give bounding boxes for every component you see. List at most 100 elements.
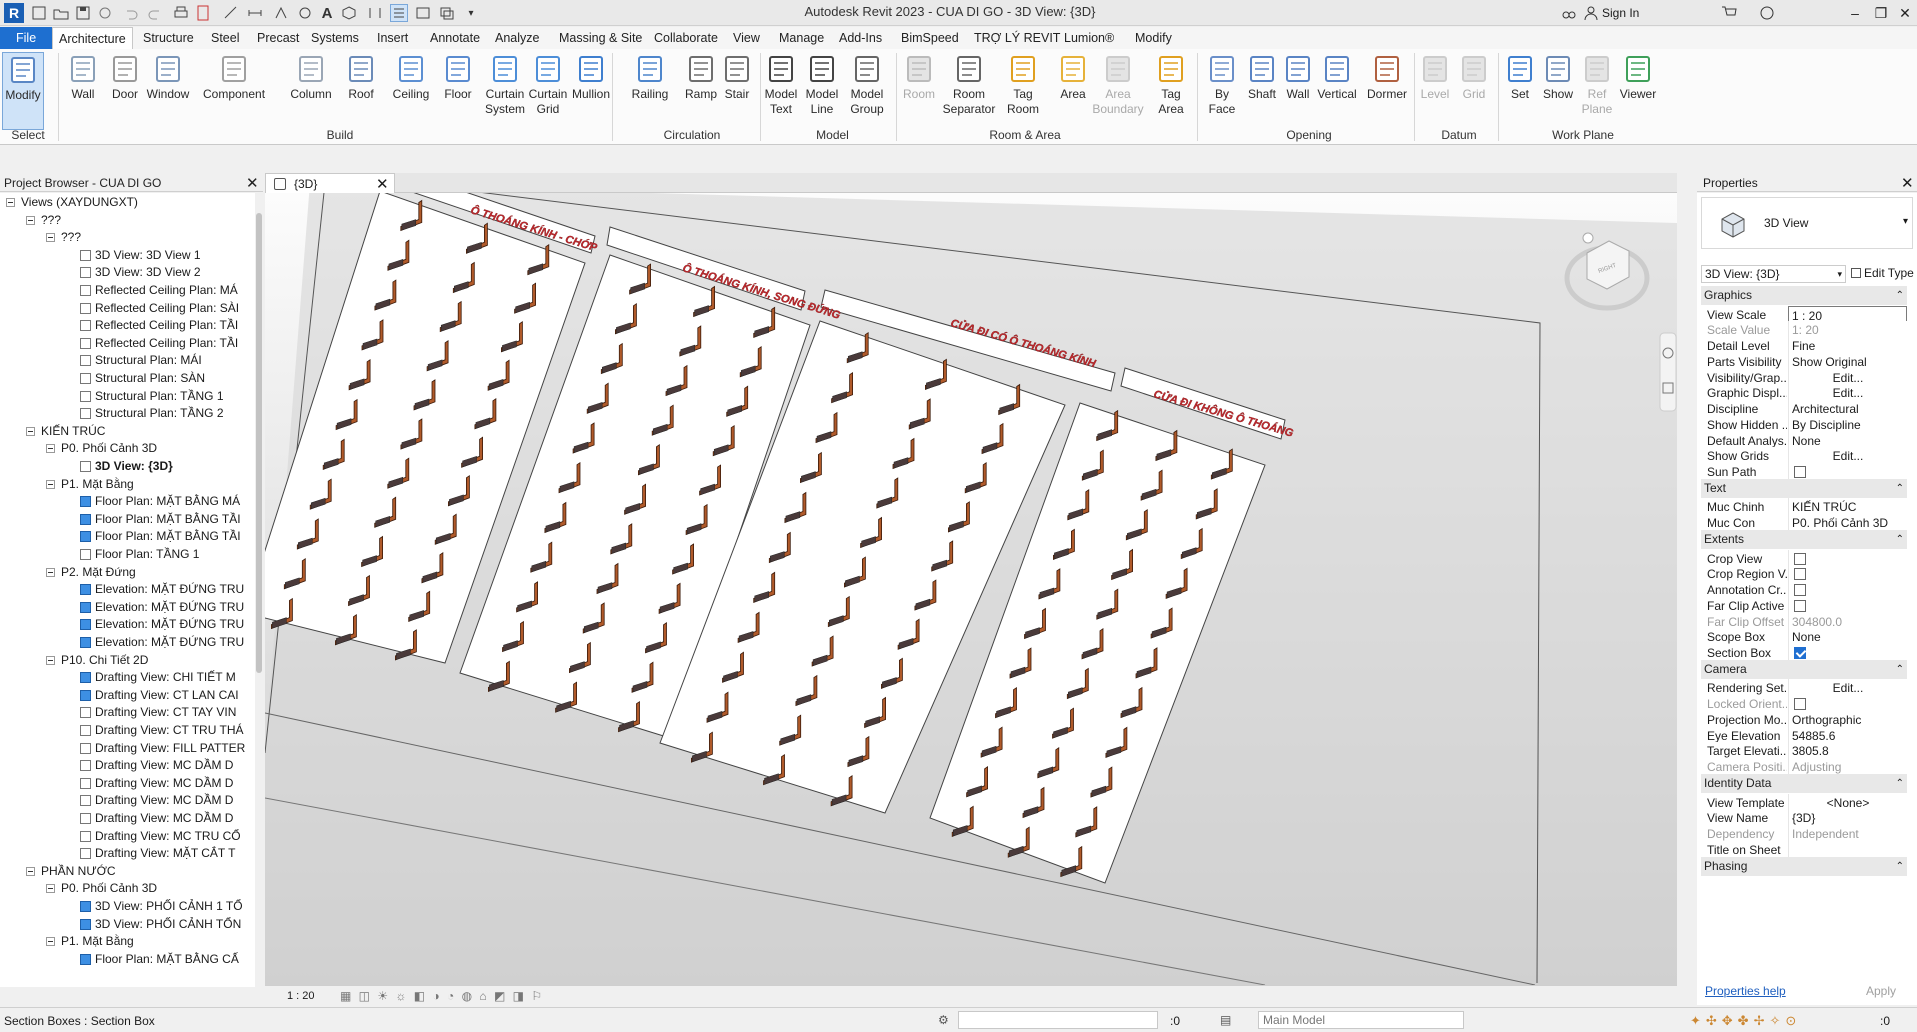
view-item[interactable]: Drafting View: CT TRU THÁ [80,722,255,739]
model-text-button[interactable]: Model Text [763,52,799,130]
property-group-extents[interactable]: Extents ⌃ [1701,529,1907,549]
home-icon[interactable] [1582,232,1594,244]
checkbox[interactable] [1794,568,1806,581]
section-icon[interactable] [366,4,384,22]
tab-lumion[interactable]: Lumion® [1058,27,1120,49]
property-group-camera[interactable]: Camera ⌃ [1701,659,1907,679]
checkbox[interactable] [1794,466,1806,479]
curtain-grid-button[interactable]: Curtain Grid [526,52,570,130]
tab-add-ins[interactable]: Add-Ins [833,27,888,49]
tree-group[interactable]: P0. Phối Cảnh 3D [46,440,255,457]
default-3d-view-icon[interactable] [340,4,358,22]
tab-annotate[interactable]: Annotate [424,27,486,49]
instance-selector[interactable]: 3D View: {3D} ▾ [1701,265,1846,283]
show-button[interactable]: Show [1541,52,1575,130]
view-item[interactable]: Reflected Ceiling Plan: MÁ [80,282,255,299]
collapse-icon[interactable]: ⌃ [1896,774,1904,793]
tree-group[interactable]: KIẾN TRÚC [26,423,255,440]
properties-help-link[interactable]: Properties help [1705,984,1786,998]
help-icon[interactable] [1758,4,1776,22]
checkbox[interactable] [1794,552,1806,565]
workset-dropdown[interactable] [958,1011,1158,1029]
ref-plane-button[interactable]: Ref Plane [1581,52,1613,130]
open-icon[interactable] [52,4,70,22]
view-item[interactable]: Floor Plan: MẶT BẰNG TẦI [80,528,255,545]
print-icon[interactable] [172,4,190,22]
view-item[interactable]: Reflected Ceiling Plan: SÀI [80,300,255,317]
view-item[interactable]: Drafting View: FILL PATTER [80,740,255,757]
collapse-toggle-icon[interactable] [46,937,55,947]
tab-structure[interactable]: Structure [137,27,200,49]
tab-view[interactable]: View [727,27,766,49]
align-dimension-icon[interactable] [246,4,264,22]
view-item[interactable]: Drafting View: MC DẦM D [80,792,255,809]
revit-logo-icon[interactable]: R [4,3,24,23]
edit-type-button[interactable]: Edit Type [1851,266,1914,280]
checkbox[interactable] [1794,584,1806,597]
tab-precast[interactable]: Precast [251,27,305,49]
view-item[interactable]: 3D View: {3D} [80,458,255,475]
by-face-button[interactable]: By Face [1207,52,1237,130]
view-item[interactable]: Elevation: MẶT ĐỨNG TRU [80,599,255,616]
select-panel-dropdown[interactable]: Select [2,127,54,144]
tab-architecture[interactable]: Architecture [52,27,133,49]
tab-file[interactable]: File [0,27,53,49]
tag-area-button[interactable]: Tag Area [1154,52,1188,130]
component-button[interactable]: Component [203,52,265,130]
panel-label-room-area[interactable]: Room & Area [900,127,1150,144]
collapse-toggle-icon[interactable] [6,198,15,207]
minimize-button[interactable]: – [1842,3,1868,23]
column-button[interactable]: Column [290,52,332,130]
view-item[interactable]: Drafting View: MC DẦM D [80,810,255,827]
view-control-icons[interactable]: ▦ ◫ ☀ ☼ ◧ ◑ ◔ ◍ ⌂ ◩ ◨ ⚐ [340,989,544,1003]
vertical-button[interactable]: Vertical [1317,52,1357,130]
view-item[interactable]: Drafting View: MC DẦM D [80,757,255,774]
checkbox[interactable] [1794,647,1806,660]
wall-button[interactable]: Wall [1285,52,1311,130]
wall-button[interactable]: Wall [68,52,98,130]
restore-button[interactable]: ❐ [1868,3,1894,23]
tab-systems[interactable]: Systems [305,27,365,49]
measure-icon[interactable] [222,4,240,22]
collapse-toggle-icon[interactable] [46,655,55,665]
collapse-icon[interactable]: ⌃ [1896,660,1904,679]
view-item[interactable]: 3D View: PHỐI CẢNH TỔN [80,916,255,933]
collapse-icon[interactable]: ⌃ [1896,479,1904,498]
tree-group[interactable]: P0. Phối Cảnh 3D [46,880,255,897]
thin-lines-icon[interactable] [390,4,408,22]
set-button[interactable]: Set [1508,52,1532,130]
view-item[interactable]: Floor Plan: TẦNG 1 [80,546,255,563]
tree-group[interactable]: Views (XAYDUNGXT) [6,194,255,211]
tree-group[interactable]: PHẦN NƯỚC [26,863,255,880]
view-item[interactable]: 3D View: 3D View 2 [80,264,255,281]
collapse-toggle-icon[interactable] [46,233,55,243]
collapse-toggle-icon[interactable] [26,866,35,876]
collapse-icon[interactable]: ⌃ [1896,286,1904,305]
viewer-button[interactable]: Viewer [1618,52,1658,130]
view-item[interactable]: Reflected Ceiling Plan: TẦI [80,335,255,352]
railing-button[interactable]: Railing [628,52,672,130]
ramp-button[interactable]: Ramp [684,52,718,130]
collapse-toggle-icon[interactable] [26,426,35,436]
view-item[interactable]: Drafting View: CT TAY VIN [80,704,255,721]
design-options-icon[interactable]: ▤ [1220,1013,1231,1027]
dormer-button[interactable]: Dormer [1367,52,1407,130]
worksets-icon[interactable]: ⚙ [938,1013,949,1027]
tab-modify[interactable]: Modify [1129,27,1178,49]
drawing-area[interactable]: Ô THOÁNG KÍNH - CHỚP Ô THOÁNG KÍNH, SONG … [265,193,1677,985]
collapse-icon[interactable]: ⌃ [1896,530,1904,549]
view-item[interactable]: 3D View: PHỐI CẢNH 1 TỔ [80,898,255,915]
tab-analyze[interactable]: Analyze [489,27,545,49]
view-scale[interactable]: 1 : 20 [287,990,315,1002]
modify-button[interactable]: Modify [2,52,44,130]
curtain-system-button[interactable]: Curtain System [483,52,527,130]
close-hidden-windows-icon[interactable] [414,4,432,22]
tree-group[interactable]: P1. Mặt Bằng [46,933,255,950]
level-button[interactable]: Level [1418,52,1452,130]
tab-massing-site[interactable]: Massing & Site [553,27,648,49]
sync-icon[interactable] [96,4,114,22]
tab-manage[interactable]: Manage [773,27,830,49]
property-group-phasing[interactable]: Phasing ⌃ [1701,856,1907,876]
redo-icon[interactable] [146,4,164,22]
tab-insert[interactable]: Insert [371,27,414,49]
